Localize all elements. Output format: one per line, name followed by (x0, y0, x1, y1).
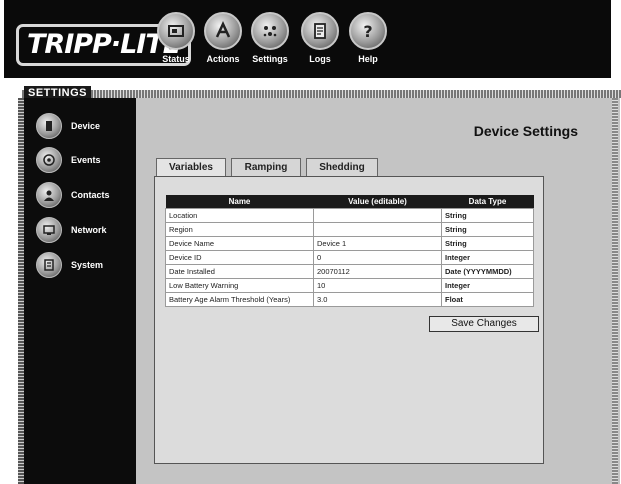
cell-data-type: String (441, 208, 534, 223)
column-header-name: Name (165, 195, 314, 209)
logs-icon (301, 12, 339, 50)
sidebar-item-system[interactable]: System (36, 251, 136, 279)
value-input[interactable] (313, 222, 442, 237)
table-header-row: Name Value (editable) Data Type (165, 195, 534, 209)
system-icon (36, 252, 62, 278)
nav-settings-button[interactable]: Settings (244, 12, 296, 64)
cell-name: Device ID (165, 250, 314, 265)
value-input[interactable] (313, 208, 442, 223)
nav-settings-label: Settings (252, 54, 288, 64)
cell-data-type: Date (YYYYMMDD) (441, 264, 534, 279)
events-icon (36, 147, 62, 173)
value-input[interactable]: 10 (313, 278, 442, 293)
network-icon (36, 217, 62, 243)
nav-actions-button[interactable]: Actions (197, 12, 249, 64)
value-input[interactable]: 20070112 (313, 264, 442, 279)
sidebar-item-device[interactable]: Device (36, 112, 136, 140)
sidebar-item-label: System (71, 260, 104, 270)
cell-name: Battery Age Alarm Threshold (Years) (165, 292, 314, 307)
variables-panel: Name Value (editable) Data Type Location… (154, 176, 544, 464)
tab-shedding[interactable]: Shedding (306, 158, 378, 177)
nav-help-label: Help (358, 54, 378, 64)
top-navigation-bar: TRIPP·LITE Status Actions Settings Logs … (4, 0, 611, 78)
table-row: Device ID 0 Integer (165, 250, 534, 265)
page-title: Device Settings (473, 123, 578, 139)
sidebar-item-label: Network (71, 225, 107, 235)
cell-name: Low Battery Warning (165, 278, 314, 293)
help-icon: ? (349, 12, 387, 50)
cell-data-type: String (441, 236, 534, 251)
sidebar-item-network[interactable]: Network (36, 216, 136, 244)
nav-logs-button[interactable]: Logs (294, 12, 346, 64)
value-input[interactable]: Device 1 (313, 236, 442, 251)
cell-name: Location (165, 208, 314, 223)
tab-ramping[interactable]: Ramping (231, 158, 301, 177)
actions-icon (204, 12, 242, 50)
table-row: Location String (165, 208, 534, 223)
status-icon (157, 12, 195, 50)
tab-variables[interactable]: Variables (156, 158, 226, 177)
sidebar-item-label: Contacts (71, 190, 110, 200)
settings-sidebar: Device Events Contacts Network System (24, 98, 136, 484)
nav-status-button[interactable]: Status (150, 12, 202, 64)
content-area: Device Settings Variables Ramping Sheddi… (136, 98, 620, 484)
table-row: Low Battery Warning 10 Integer (165, 278, 534, 293)
sidebar-item-events[interactable]: Events (36, 146, 136, 174)
svg-text:?: ? (363, 22, 372, 41)
table-row: Date Installed 20070112 Date (YYYYMMDD) (165, 264, 534, 279)
nav-help-button[interactable]: ? Help (342, 12, 394, 64)
device-variables-table: Name Value (editable) Data Type Location… (165, 195, 534, 307)
right-edge-rule (612, 98, 618, 484)
value-input[interactable]: 0 (313, 250, 442, 265)
column-header-value: Value (editable) (313, 195, 442, 209)
settings-divider (22, 90, 621, 98)
cell-data-type: Integer (441, 278, 534, 293)
table-row: Device Name Device 1 String (165, 236, 534, 251)
cell-name: Date Installed (165, 264, 314, 279)
contacts-icon (36, 182, 62, 208)
nav-actions-label: Actions (206, 54, 240, 64)
sidebar-item-contacts[interactable]: Contacts (36, 181, 136, 209)
cell-data-type: String (441, 222, 534, 237)
cell-name: Region (165, 222, 314, 237)
cell-data-type: Integer (441, 250, 534, 265)
sidebar-item-label: Device (71, 121, 101, 131)
settings-icon (251, 12, 289, 50)
cell-name: Device Name (165, 236, 314, 251)
table-row: Region String (165, 222, 534, 237)
device-icon (36, 113, 62, 139)
nav-status-label: Status (162, 54, 190, 64)
value-input[interactable]: 3.0 (313, 292, 442, 307)
cell-data-type: Float (441, 292, 534, 307)
column-header-data-type: Data Type (441, 195, 534, 209)
sidebar-item-label: Events (71, 155, 101, 165)
table-row: Battery Age Alarm Threshold (Years) 3.0 … (165, 292, 534, 307)
nav-logs-label: Logs (309, 54, 331, 64)
save-changes-button[interactable]: Save Changes (429, 316, 539, 332)
